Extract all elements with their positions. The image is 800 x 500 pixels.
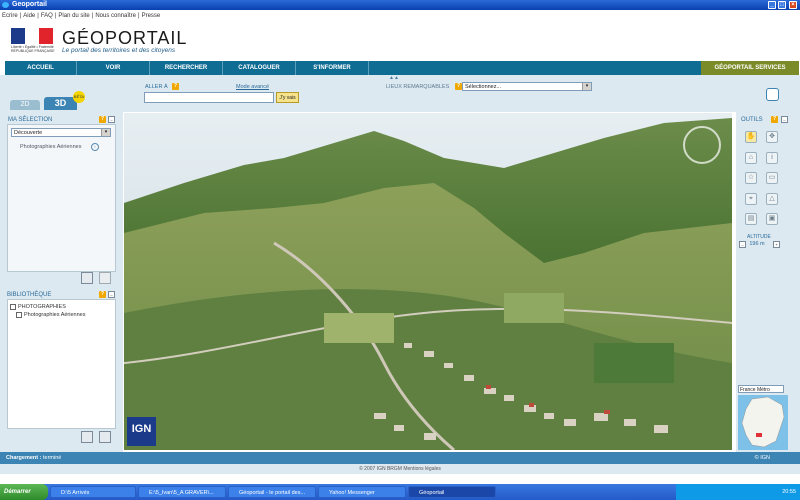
library-header: BIBLIOTHÈQUE	[7, 292, 52, 298]
status-label: Chargement :	[6, 455, 42, 461]
site-tagline: Le portail des territoires et des citoye…	[62, 47, 176, 54]
library-item-label: Photographies Aériennes	[24, 312, 86, 318]
nav-cataloguer[interactable]: CATALOGUER	[223, 61, 296, 75]
hand-icon[interactable]: ✋	[745, 131, 757, 143]
library-group-label: PHOTOGRAPHIES	[18, 304, 66, 310]
info-icon[interactable]: i	[766, 152, 778, 164]
nav-services[interactable]: GÉOPORTAIL SERVICES	[701, 61, 799, 75]
help-icon[interactable]: ?	[455, 83, 462, 90]
home-icon[interactable]: ⌂	[745, 152, 757, 164]
window-title: Geoportail	[12, 1, 48, 8]
lieux-label: LIEUX REMARQUABLES	[386, 84, 450, 90]
region-select-value: France Métro	[740, 387, 770, 393]
minimize-panel-icon[interactable]: –	[781, 116, 788, 123]
advanced-mode-link[interactable]: Mode avancé	[236, 84, 269, 90]
selection-dropdown-value: Découverte	[14, 130, 43, 136]
system-tray: 20:55	[676, 484, 800, 500]
save-icon[interactable]: ▣	[766, 213, 778, 225]
beta-badge: BÊTA	[73, 91, 85, 103]
measure-icon[interactable]: ⌖	[745, 193, 757, 205]
chevron-down-icon[interactable]: ▾	[101, 129, 110, 136]
tab-3d[interactable]: 3D	[44, 97, 77, 110]
overview-minimap[interactable]	[738, 395, 788, 450]
search-toolbar	[0, 75, 800, 112]
task-item[interactable]: D:\5 Arrivés	[50, 486, 136, 498]
maximize-icon[interactable]: □	[778, 1, 786, 9]
help-icon[interactable]: ?	[172, 83, 179, 90]
tools-header: OUTILS	[741, 117, 763, 123]
lieux-selected-value: Sélectionnez...	[465, 84, 502, 90]
france-outline	[741, 396, 785, 448]
library-group[interactable]: PHOTOGRAPHIES	[10, 303, 85, 311]
task-item-active[interactable]: Géoportail	[408, 486, 496, 498]
link-aide[interactable]: Aide	[21, 13, 37, 19]
goto-search-input[interactable]	[144, 92, 274, 103]
expand-icon[interactable]	[10, 303, 16, 310]
compass-icon[interactable]	[683, 126, 721, 164]
collapse-handle-icon[interactable]: ▲▲	[389, 75, 399, 81]
nav-accueil[interactable]: ACCUEIL	[5, 61, 77, 75]
link-nous[interactable]: Nous connaître	[93, 13, 138, 19]
star-icon[interactable]: ☆	[745, 172, 757, 184]
library-settings-button[interactable]	[99, 431, 111, 443]
site-title[interactable]: GÉOPORTAIL	[62, 28, 187, 49]
warning-icon[interactable]: △	[766, 193, 778, 205]
info-icon[interactable]: i	[91, 143, 99, 151]
link-presse[interactable]: Presse	[140, 13, 163, 19]
main-nav: ACCUEIL VOIR RECHERCHER CATALOGUER S'INF…	[5, 61, 799, 75]
close-icon[interactable]: ×	[789, 1, 797, 9]
status-value: terminé	[42, 455, 62, 461]
minimize-panel-icon[interactable]: –	[108, 291, 115, 298]
save-selection-button[interactable]	[81, 272, 93, 284]
link-plan[interactable]: Plan du site	[56, 13, 91, 19]
link-ecrire[interactable]: Ecrire	[0, 13, 20, 19]
start-button[interactable]: Démarrer	[0, 484, 48, 500]
tab-2d[interactable]: 2D	[10, 100, 40, 110]
clock: 20:55	[782, 489, 796, 495]
fullscreen-icon[interactable]	[766, 88, 779, 101]
print-icon[interactable]: ▤	[745, 213, 757, 225]
task-item[interactable]: E:\5_Ivan\5_A GRAVER\...	[138, 486, 226, 498]
republic-brand: Liberté • Égalité • Fraternité RÉPUBLIQU…	[11, 45, 55, 53]
copyright[interactable]: © 2007 IGN BRGM Mentions légales	[0, 464, 800, 474]
altitude-value: 196 m	[749, 241, 765, 247]
minimize-icon[interactable]: _	[768, 1, 776, 9]
help-icon[interactable]: ?	[99, 116, 106, 123]
task-item[interactable]: Géoportail - le portail des...	[228, 486, 316, 498]
nav-voir[interactable]: VOIR	[77, 61, 150, 75]
app-icon	[2, 2, 9, 8]
region-select[interactable]: France Métro	[738, 385, 784, 393]
folder-icon[interactable]: ▭	[766, 172, 778, 184]
selection-item[interactable]: Photographies Aériennes	[20, 144, 81, 150]
nav-rechercher[interactable]: RECHERCHER	[150, 61, 223, 75]
library-add-button[interactable]	[81, 431, 93, 443]
link-faq[interactable]: FAQ	[39, 13, 55, 19]
lieux-select[interactable]: Sélectionnez... ▾	[462, 82, 592, 91]
lock-button[interactable]	[99, 272, 111, 284]
move-icon[interactable]: ✥	[766, 131, 778, 143]
library-item[interactable]: Photographies Aériennes	[10, 311, 85, 319]
library-tree: PHOTOGRAPHIES Photographies Aériennes	[10, 303, 85, 319]
goto-button[interactable]: J'y vais	[276, 92, 299, 103]
ign-credit: © IGN	[754, 455, 770, 461]
nav-sinformer[interactable]: S'INFORMER	[296, 61, 369, 75]
window-title-bar: Geoportail _ □ ×	[0, 0, 800, 10]
ign-logo: IGN	[127, 417, 156, 446]
help-icon[interactable]: ?	[771, 116, 778, 123]
task-item[interactable]: Yahoo! Messenger	[318, 486, 406, 498]
republic-flag-logo	[11, 28, 53, 44]
altitude-label: ALTITUDE	[747, 234, 771, 240]
chevron-down-icon[interactable]: ▾	[582, 83, 591, 90]
goto-label: ALLER À	[145, 84, 168, 90]
altitude-increase-icon[interactable]: +	[773, 241, 780, 248]
help-icon[interactable]: ?	[99, 291, 106, 298]
aerial-terrain	[124, 113, 732, 450]
selection-dropdown[interactable]: Découverte ▾	[11, 128, 111, 137]
selection-header: MA SÉLECTION	[8, 117, 53, 123]
3d-map-view[interactable]	[124, 113, 732, 450]
minimize-panel-icon[interactable]: –	[108, 116, 115, 123]
status-bar: Chargement : terminé	[0, 452, 800, 464]
checkbox[interactable]	[16, 311, 22, 318]
